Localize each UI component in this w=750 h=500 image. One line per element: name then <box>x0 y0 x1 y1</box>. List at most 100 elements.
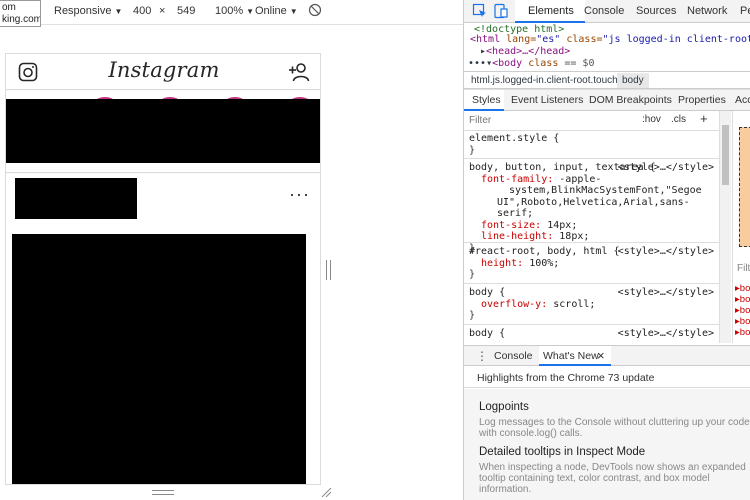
side-list-item[interactable]: ▸bo <box>735 316 750 327</box>
css-rule[interactable]: body { <style>…</style> overflow-y: scro… <box>469 287 717 322</box>
device-mode-area: Responsive ▼ 400 × 549 100% ▼ Online ▼ om k… <box>0 0 463 500</box>
tab-accessibility[interactable]: Acc <box>735 94 750 106</box>
inspect-element-icon[interactable] <box>472 3 488 19</box>
feature-title[interactable]: Logpoints <box>479 401 529 413</box>
tab-network[interactable]: Network <box>687 5 727 17</box>
side-list-label: bo <box>739 327 750 338</box>
post-image <box>6 231 320 484</box>
rule-source-link[interactable]: <style>…</style> <box>618 328 714 340</box>
url-tooltip-line: om <box>2 2 16 13</box>
property-name: height: <box>481 257 524 269</box>
rule-close: } <box>469 144 476 156</box>
breadcrumb-item-active[interactable]: body <box>617 73 649 88</box>
side-list-item[interactable]: ▸bo <box>735 305 750 316</box>
property-value: 14px; <box>547 219 578 231</box>
side-list-item[interactable]: ▸bo <box>735 294 750 305</box>
drawer-tab-console[interactable]: Console <box>494 350 533 362</box>
rule-source-link[interactable]: <style>…</style> <box>618 162 714 174</box>
dom-node-body[interactable]: •••▾<body class == $0 <box>468 58 594 70</box>
device-toolbar-icon[interactable] <box>492 3 508 19</box>
tab-console[interactable]: Console <box>584 5 624 17</box>
tab-properties[interactable]: Properties <box>678 94 726 106</box>
css-rule[interactable]: element.style { } <box>469 133 717 156</box>
more-options-icon[interactable]: ··· <box>289 184 310 205</box>
chevron-down-icon: ▼ <box>114 7 123 16</box>
property-value: 18px; <box>559 231 590 242</box>
css-property[interactable]: line-height: 18px; <box>469 231 717 243</box>
dom-node-html[interactable]: <html lang="es" class="js logged-in clie… <box>470 34 750 46</box>
side-filter[interactable]: Filt <box>737 263 750 274</box>
dom-node-head[interactable]: ▸<head>…</head> <box>480 46 570 58</box>
drawer-subheader: Highlights from the Chrome 73 update <box>464 367 750 388</box>
rotate-icon[interactable] <box>308 3 322 20</box>
class-toggle-button[interactable]: .cls <box>671 114 686 125</box>
zoom-select[interactable]: 100% ▼ <box>215 5 254 17</box>
resize-corner-icon[interactable] <box>320 486 332 498</box>
feature-title[interactable]: Detailed tooltips in Inspect Mode <box>479 446 645 458</box>
tab-dom-breakpoints[interactable]: DOM Breakpoints <box>589 94 672 106</box>
styles-scrollbar[interactable] <box>719 111 731 343</box>
css-property[interactable]: font-size: 14px; <box>469 220 717 232</box>
devtools-panel: Elements Console Sources Network Pe <!do… <box>463 0 750 500</box>
add-user-icon[interactable] <box>288 62 310 85</box>
chevron-down-icon: ▼ <box>246 7 255 16</box>
tab-performance[interactable]: Pe <box>740 5 750 17</box>
tab-styles[interactable]: Styles <box>472 94 501 106</box>
tab-event-listeners[interactable]: Event Listeners <box>511 94 583 106</box>
resize-handle-right[interactable] <box>326 260 331 280</box>
property-name: line-height: <box>481 231 554 242</box>
highlights-heading: Highlights from the Chrome 73 update <box>477 372 655 384</box>
property-value: -apple- <box>559 173 602 185</box>
width-input[interactable]: 400 <box>133 5 151 17</box>
styles-filter-input[interactable] <box>469 113 635 128</box>
device-toolbar: Responsive ▼ 400 × 549 100% ▼ Online ▼ <box>0 0 463 25</box>
dom-tree: <!doctype html> <html lang="es" class="j… <box>464 24 750 94</box>
instagram-logo[interactable]: Instagram <box>6 58 320 82</box>
resize-handle-bottom[interactable] <box>152 490 174 495</box>
rule-selector: element.style { <box>469 133 560 144</box>
new-rule-button[interactable]: + <box>700 111 708 126</box>
rule-divider <box>464 242 720 243</box>
css-rule[interactable]: body, button, input, textarea { <style>…… <box>469 162 717 254</box>
property-name: font-size: <box>481 219 542 231</box>
drawer-tab-whats-new[interactable]: What's New <box>543 350 599 362</box>
dom-tag: <html <box>470 34 501 45</box>
network-select[interactable]: Online ▼ <box>255 5 298 17</box>
box-model-diagram[interactable] <box>739 127 750 247</box>
close-icon[interactable]: × <box>597 348 605 363</box>
side-list-label: bo <box>739 294 750 305</box>
property-value-cont: system,BlinkMacSystemFont,"Segoe <box>509 185 702 196</box>
side-list-label: bo <box>739 305 750 316</box>
css-rule[interactable]: body { <style>…</style> <box>469 328 717 340</box>
drawer-menu-icon[interactable]: ⋮ <box>476 349 488 363</box>
dom-attr: class <box>528 58 559 69</box>
redaction-block <box>6 99 320 163</box>
css-property[interactable]: height: 100%; <box>469 258 717 270</box>
rule-divider <box>464 324 720 325</box>
side-list-label: bo <box>739 283 750 294</box>
rule-source-link[interactable]: <style>…</style> <box>618 287 714 299</box>
tab-sources[interactable]: Sources <box>636 5 676 17</box>
height-input[interactable]: 549 <box>177 5 195 17</box>
ellipsis-icon: ••• <box>468 58 487 69</box>
hover-state-button[interactable]: :hov <box>642 114 661 125</box>
tab-elements[interactable]: Elements <box>528 5 574 17</box>
url-tooltip-line: king.com <box>2 14 41 25</box>
styles-filter-row: :hov .cls + <box>464 111 720 131</box>
scrollbar-thumb[interactable] <box>722 125 729 185</box>
feature-description: Log messages to the Console without clut… <box>479 417 750 439</box>
css-rule[interactable]: #react-root, body, html { <style>…</styl… <box>469 246 717 281</box>
redaction-block <box>15 178 137 219</box>
computed-side-pane: Filt ▸bo ▸bo ▸bo ▸bo ▸bo <box>732 111 750 343</box>
css-property[interactable]: overflow-y: scroll; <box>469 299 717 311</box>
breadcrumb-item[interactable]: html.js.logged-in.client-root.touch <box>471 75 618 86</box>
side-list-item[interactable]: ▸bo <box>735 283 750 294</box>
rule-source-link[interactable]: <style>…</style> <box>618 246 714 258</box>
stories-tray <box>6 91 320 173</box>
breadcrumb: html.js.logged-in.client-root.touch body <box>464 71 750 89</box>
dom-selected-marker: == $0 <box>564 58 595 69</box>
device-select[interactable]: Responsive ▼ <box>54 5 122 17</box>
css-property[interactable]: font-family: -apple- <box>469 174 717 186</box>
dom-attr-value: "js logged-in client-root touch <box>602 34 750 45</box>
side-list-item[interactable]: ▸bo <box>735 327 750 338</box>
